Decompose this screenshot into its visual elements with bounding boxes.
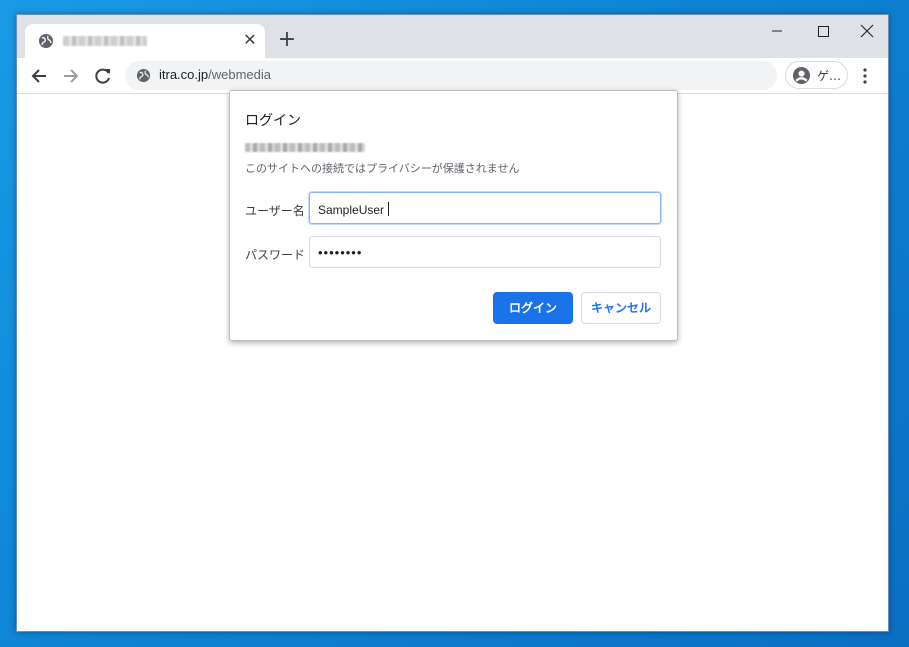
tab-close-icon[interactable]: ✕ — [241, 31, 259, 49]
dialog-title: ログイン — [245, 113, 301, 129]
reload-icon[interactable] — [92, 65, 114, 87]
password-label: パスワード — [245, 248, 306, 262]
browser-window: ✕ + itra.co.jp/webmedia ゲ… ログイン このサイトへの接… — [16, 14, 889, 632]
forward-arrow-icon[interactable] — [60, 65, 82, 87]
browser-toolbar: itra.co.jp/webmedia ゲ… — [17, 58, 888, 94]
url-host: itra.co.jp — [159, 67, 209, 82]
url-path: /webmedia — [208, 67, 272, 82]
tab-strip: ✕ + — [17, 15, 888, 58]
browser-tab[interactable]: ✕ — [25, 24, 265, 58]
login-button[interactable]: ログイン — [493, 292, 573, 324]
address-bar[interactable]: itra.co.jp/webmedia — [125, 61, 777, 90]
password-input[interactable]: •••••••• — [309, 236, 661, 268]
account-circle-icon — [792, 66, 811, 85]
text-caret — [388, 202, 390, 216]
profile-label: ゲ… — [817, 69, 842, 83]
window-close-icon[interactable] — [847, 21, 887, 41]
globe-icon — [39, 34, 53, 48]
globe-icon — [136, 68, 151, 83]
cancel-button[interactable]: キャンセル — [581, 292, 661, 324]
minimize-icon[interactable] — [757, 21, 797, 41]
username-label: ユーザー名 — [245, 204, 305, 218]
dialog-origin — [245, 143, 365, 152]
password-value: •••••••• — [318, 245, 363, 260]
new-tab-button[interactable]: + — [275, 29, 299, 53]
back-arrow-icon[interactable] — [28, 65, 50, 87]
privacy-warning: このサイトへの接続ではプライバシーが保護されません — [245, 162, 520, 175]
maximize-icon[interactable] — [803, 21, 843, 41]
username-input[interactable]: SampleUser — [309, 192, 661, 224]
profile-button[interactable]: ゲ… — [785, 61, 848, 89]
username-value: SampleUser — [318, 203, 385, 217]
address-url[interactable]: itra.co.jp/webmedia — [159, 67, 271, 82]
kebab-menu-icon[interactable] — [859, 66, 871, 86]
login-dialog: ログイン このサイトへの接続ではプライバシーが保護されません ユーザー名 Sam… — [229, 90, 678, 341]
tab-title — [63, 36, 147, 46]
